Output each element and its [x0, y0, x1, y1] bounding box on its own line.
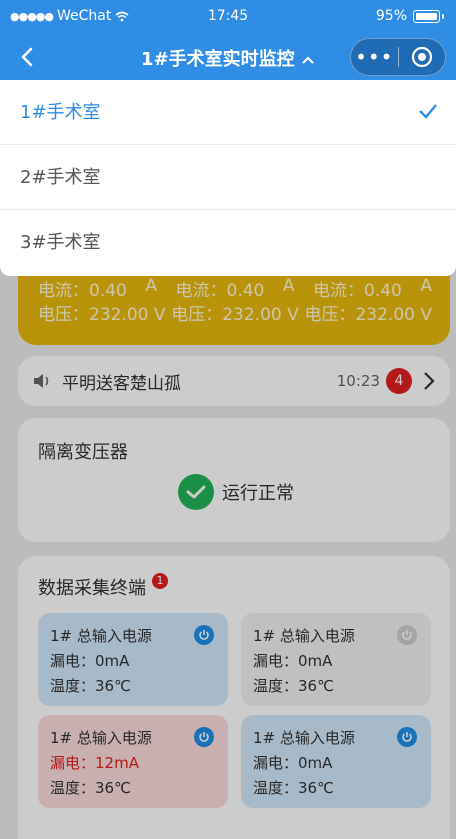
mini-program-capsule: •••: [350, 38, 446, 76]
page-title: 1#手术室实时监控: [141, 49, 295, 70]
chevron-up-icon: [302, 56, 314, 64]
room-dropdown: 1#手术室 2#手术室 3#手术室: [0, 80, 456, 276]
close-button[interactable]: [398, 46, 445, 68]
battery-icon: [413, 9, 440, 23]
battery-percent: 95%: [375, 8, 407, 24]
checkmark-icon: [419, 104, 437, 119]
target-icon: [411, 46, 432, 68]
nav-bar: 1#手术室实时监控 •••: [0, 34, 456, 80]
dropdown-item-room-1[interactable]: 1#手术室: [0, 80, 456, 145]
dropdown-item-room-3[interactable]: 3#手术室: [0, 210, 456, 275]
more-button[interactable]: •••: [351, 38, 398, 76]
status-bar: ●●●●● WeChat 17:45 95%: [0, 0, 456, 34]
dropdown-item-room-2[interactable]: 2#手术室: [0, 145, 456, 210]
